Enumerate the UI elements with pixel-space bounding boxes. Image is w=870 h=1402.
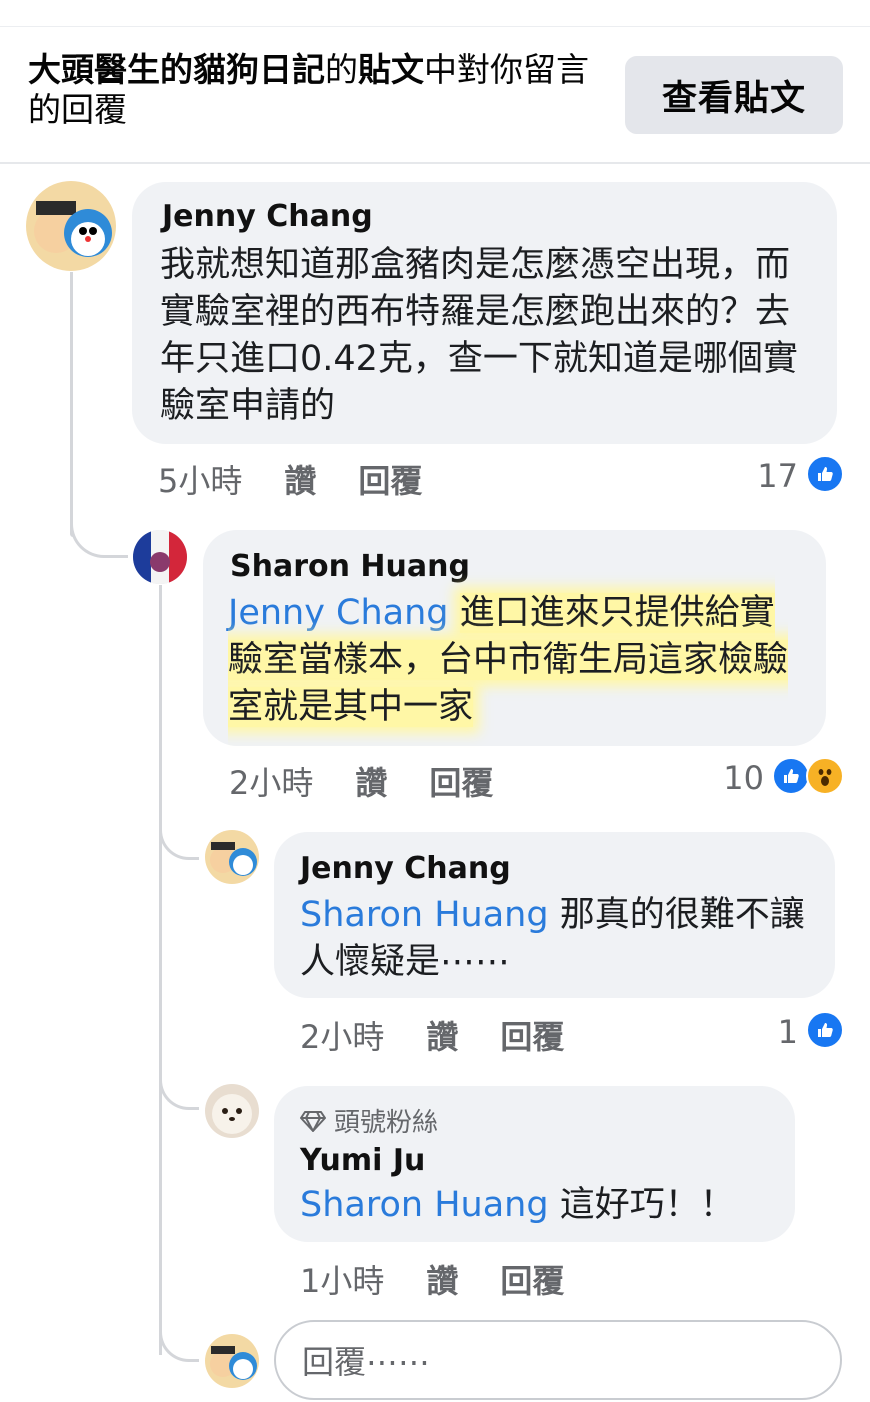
reply-input[interactable]: 回覆⋯⋯	[274, 1320, 842, 1400]
reaction-count[interactable]: 10	[700, 759, 764, 797]
thread-connector	[159, 1060, 199, 1110]
view-post-button[interactable]: 查看貼文	[625, 56, 843, 134]
mention-tag[interactable]: Sharon Huang	[300, 1185, 549, 1225]
comment-author[interactable]: Sharon Huang	[230, 550, 730, 584]
reply-button[interactable]: 回覆	[358, 456, 422, 502]
like-button[interactable]: 讚	[426, 1012, 458, 1058]
thread-connector	[159, 810, 199, 860]
like-icon	[806, 455, 844, 493]
like-button[interactable]: 讚	[426, 1256, 458, 1302]
reply-input-placeholder: 回覆⋯⋯	[302, 1343, 431, 1381]
avatar[interactable]	[205, 830, 259, 884]
mention-tag[interactable]: Jenny Chang	[228, 593, 449, 633]
page-name[interactable]: 大頭醫生的貓狗日記	[28, 50, 325, 89]
thread-line	[159, 585, 162, 1355]
diamond-icon	[300, 1110, 326, 1132]
reaction-count[interactable]: 17	[740, 457, 798, 495]
like-icon	[806, 1011, 844, 1049]
comment-author[interactable]: Jenny Chang	[300, 852, 780, 886]
wow-icon	[806, 757, 844, 795]
thread-line	[70, 272, 73, 537]
notification-header: 大頭醫生的貓狗日記的貼文中對你留言的回覆	[28, 50, 618, 130]
comment-author[interactable]: Yumi Ju	[300, 1144, 700, 1178]
comment-meta: 2小時 讚 回覆	[300, 1012, 606, 1058]
comment-time: 2小時	[300, 1018, 385, 1056]
badge-label: 頭號粉絲	[334, 1108, 439, 1138]
reply-button[interactable]: 回覆	[500, 1256, 564, 1302]
like-icon	[772, 757, 810, 795]
like-button[interactable]: 讚	[284, 456, 316, 502]
reply-text: 這好巧！！	[559, 1185, 735, 1225]
mention-tag[interactable]: Sharon Huang	[300, 895, 549, 935]
like-button[interactable]: 讚	[355, 758, 387, 804]
thread-connector	[70, 500, 128, 558]
comment-text: Sharon Huang 那真的很難不讓人懷疑是⋯⋯	[300, 892, 820, 986]
avatar[interactable]	[133, 530, 187, 584]
post-word[interactable]: 貼文	[358, 50, 424, 89]
thread-connector	[159, 1310, 199, 1362]
comment-text: Sharon Huang 這好巧！！	[300, 1182, 780, 1229]
top-fan-badge[interactable]: 頭號粉絲	[300, 1102, 438, 1139]
comment-time: 1小時	[300, 1262, 385, 1300]
comment-text: Jenny Chang 進口進來只提供給實驗室當樣本，台中市衛生局這家檢驗室就是…	[228, 590, 808, 731]
avatar[interactable]	[26, 181, 116, 271]
current-user-avatar	[205, 1334, 259, 1388]
reply-button[interactable]: 回覆	[429, 758, 493, 804]
comment-time: 2小時	[229, 764, 314, 802]
comment-meta: 5小時 讚 回覆	[158, 456, 464, 502]
comment-author[interactable]: Jenny Chang	[162, 200, 762, 234]
header-connector: 的	[325, 50, 358, 89]
comment-time: 5小時	[158, 462, 243, 500]
header-divider-top	[0, 26, 870, 27]
header-divider-bottom	[0, 162, 870, 164]
comment-text: 我就想知道那盒豬肉是怎麼憑空出現，而實驗室裡的西布特羅是怎麼跑出來的？去年只進口…	[160, 245, 798, 426]
comment-meta: 1小時 讚 回覆	[300, 1256, 606, 1302]
avatar[interactable]	[205, 1084, 259, 1138]
reaction-count[interactable]: 1	[760, 1013, 798, 1051]
reply-button[interactable]: 回覆	[500, 1012, 564, 1058]
comment-meta: 2小時 讚 回覆	[229, 758, 535, 804]
